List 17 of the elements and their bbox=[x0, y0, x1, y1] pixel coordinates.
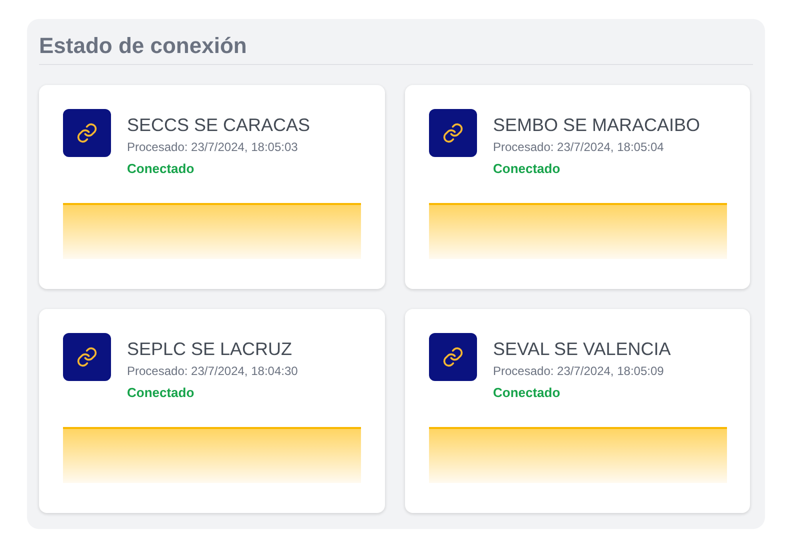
station-name: SEVAL SE VALENCIA bbox=[493, 338, 671, 360]
status-text: Conectado bbox=[493, 385, 562, 401]
processed-time: Procesado: 23/7/2024, 18:05:03 bbox=[127, 140, 299, 155]
link-icon bbox=[429, 109, 477, 157]
processed-time: Procesado: 23/7/2024, 18:05:04 bbox=[493, 140, 665, 155]
station-name: SEPLC SE LACRUZ bbox=[127, 338, 294, 360]
link-icon bbox=[63, 333, 111, 381]
station-name: SEMBO SE MARACAIBO bbox=[493, 114, 700, 136]
link-icon bbox=[63, 109, 111, 157]
status-text: Conectado bbox=[493, 161, 562, 177]
status-text: Conectado bbox=[127, 385, 196, 401]
processed-time: Procesado: 23/7/2024, 18:05:09 bbox=[493, 364, 665, 379]
panel-title: Estado de conexión bbox=[39, 32, 248, 60]
station-name: SECCS SE CARACAS bbox=[127, 114, 310, 136]
processed-time: Procesado: 23/7/2024, 18:04:30 bbox=[127, 364, 298, 379]
link-icon bbox=[429, 333, 477, 381]
status-text: Conectado bbox=[127, 161, 196, 177]
